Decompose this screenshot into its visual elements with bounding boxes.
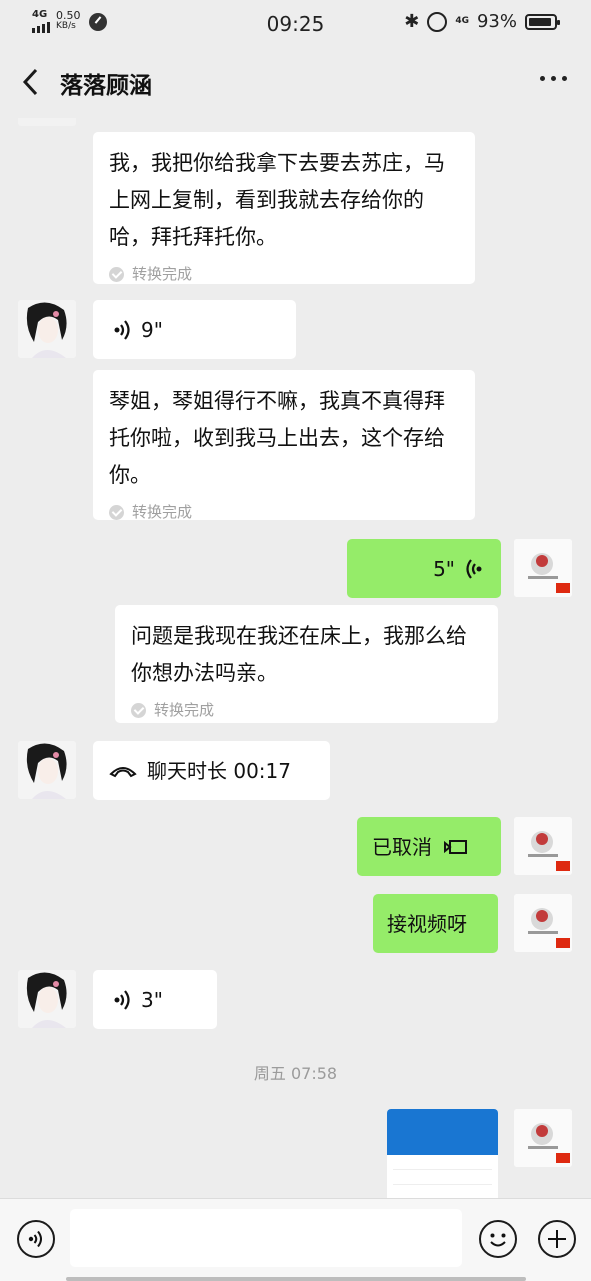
thumbnail-row <box>393 1189 492 1198</box>
contact-avatar[interactable] <box>18 300 76 358</box>
message-input[interactable] <box>70 1209 462 1267</box>
voice-duration: 9" <box>141 317 163 342</box>
transcription-bubble[interactable]: 问题是我现在我还在床上，我那么给你想办法吗亲。 转换完成 <box>115 605 498 723</box>
chat-title: 落落顾涵 <box>60 73 152 99</box>
check-circle-icon <box>131 702 146 718</box>
call-duration-text: 聊天时长 00:17 <box>147 758 291 783</box>
more-options-icon[interactable] <box>540 76 567 81</box>
network-type-right: 4G <box>455 16 469 26</box>
avatar-image <box>514 1109 572 1167</box>
video-call-cancelled-bubble[interactable]: 已取消 <box>357 817 501 876</box>
plus-icon <box>548 1230 566 1248</box>
emoji-icon <box>490 1233 506 1247</box>
thumbnail-header <box>387 1109 498 1155</box>
transcription-text: 我，我把你给我拿下去要去苏庄，马上网上复制，看到我就去存给你的哈，拜托拜托你。 <box>109 151 445 249</box>
emoji-button[interactable] <box>479 1220 517 1258</box>
my-avatar[interactable] <box>514 1109 572 1167</box>
text-message-bubble-out[interactable]: 接视频呀 <box>373 894 498 953</box>
transcription-text: 问题是我现在我还在床上，我那么给你想办法吗亲。 <box>131 624 467 685</box>
thumbnail-row <box>393 1159 492 1170</box>
transcription-text: 琴姐，琴姐得行不嘛，我真不真得拜托你啦，收到我马上出去，这个存给你。 <box>109 389 445 487</box>
voice-message-bubble[interactable]: 9" <box>93 300 296 359</box>
alarm-icon <box>427 11 448 32</box>
contact-avatar[interactable] <box>18 970 76 1028</box>
call-record-bubble[interactable]: 聊天时长 00:17 <box>93 741 330 800</box>
my-avatar[interactable] <box>514 894 572 952</box>
status-bar: 4G 0.50 KB/s 09:25 ✱ 4G 93% <box>0 0 591 46</box>
back-arrow-icon[interactable] <box>18 64 48 100</box>
thumbnail-row <box>393 1174 492 1185</box>
input-bar <box>0 1198 591 1281</box>
video-camera-icon <box>444 839 467 854</box>
my-avatar[interactable] <box>514 817 572 875</box>
bluetooth-icon: ✱ <box>404 11 420 32</box>
voice-input-button[interactable] <box>17 1220 55 1258</box>
battery-icon <box>525 13 560 30</box>
image-message[interactable] <box>387 1109 498 1198</box>
avatar-image <box>514 894 572 952</box>
video-call-status: 已取消 <box>372 834 432 859</box>
contact-avatar[interactable] <box>18 118 76 126</box>
message-text: 接视频呀 <box>387 911 467 936</box>
avatar-image <box>514 817 572 875</box>
transcription-status: 转换完成 <box>132 265 193 283</box>
transcription-status: 转换完成 <box>154 701 215 719</box>
avatar-image <box>18 741 76 799</box>
contact-avatar[interactable] <box>18 741 76 799</box>
home-indicator <box>66 1277 526 1281</box>
more-functions-button[interactable] <box>538 1220 576 1258</box>
battery-percent: 93% <box>476 11 517 32</box>
transcription-bubble[interactable]: 琴姐，琴姐得行不嘛，我真不真得拜托你啦，收到我马上出去，这个存给你。 转换完成 <box>93 370 475 521</box>
voice-wave-icon <box>114 989 130 1010</box>
message-list[interactable]: 我，我把你给我拿下去要去苏庄，马上网上复制，看到我就去存给你的哈，拜托拜托你。 … <box>0 118 591 1198</box>
avatar-image <box>18 970 76 1028</box>
chat-header: 落落顾涵 <box>0 46 591 118</box>
check-circle-icon <box>109 266 124 282</box>
timestamp-divider: 周五 07:58 <box>253 1064 338 1083</box>
voice-icon <box>28 1230 42 1248</box>
voice-message-bubble[interactable]: 3" <box>93 970 217 1029</box>
check-circle-icon <box>109 504 124 520</box>
my-avatar[interactable] <box>514 539 572 597</box>
battery-fill <box>529 17 551 26</box>
transcription-status: 转换完成 <box>132 503 193 521</box>
transcription-bubble[interactable]: 我，我把你给我拿下去要去苏庄，马上网上复制，看到我就去存给你的哈，拜托拜托你。 … <box>93 132 475 284</box>
phone-hangup-icon <box>109 766 137 777</box>
voice-wave-icon <box>466 558 482 579</box>
avatar-image <box>514 539 572 597</box>
voice-duration: 3" <box>141 987 163 1012</box>
voice-message-bubble-out[interactable]: 5" <box>347 539 501 598</box>
voice-wave-icon <box>114 319 130 340</box>
voice-duration: 5" <box>433 556 455 581</box>
avatar-image <box>18 300 76 358</box>
